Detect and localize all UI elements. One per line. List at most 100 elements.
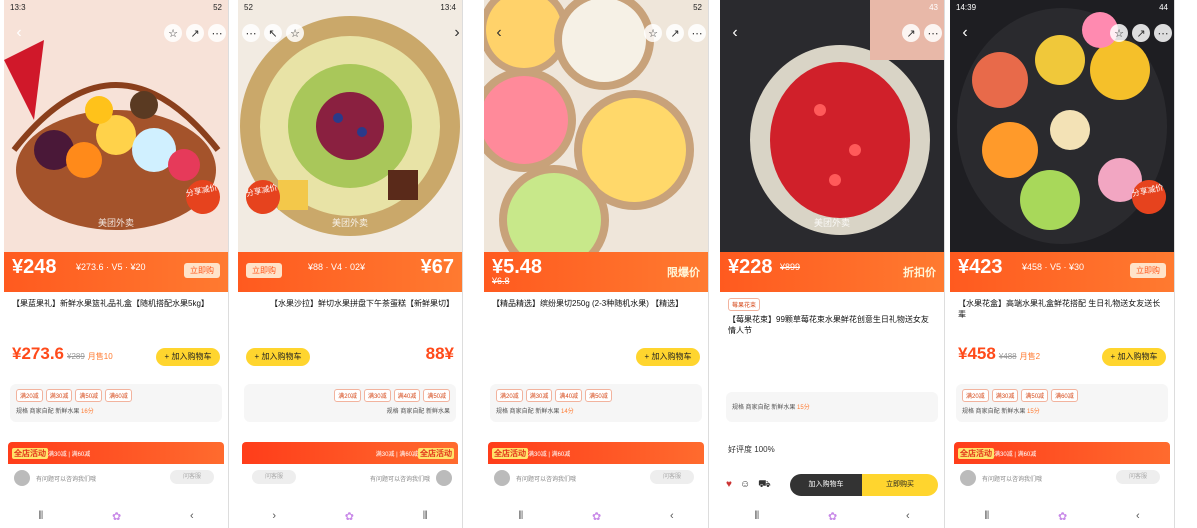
buy-tag[interactable]: 立即购 — [246, 263, 282, 278]
service-icon[interactable]: ☺ — [740, 479, 750, 492]
ask-service-button[interactable]: 问客服 — [650, 470, 694, 484]
coupon-chip[interactable]: 满30减 — [525, 389, 553, 402]
coupon-chip[interactable]: 满50减 — [1021, 389, 1049, 402]
add-to-cart-button[interactable]: + 加入购物车 — [1102, 348, 1166, 366]
ask-service-button[interactable]: 问客服 — [1116, 470, 1160, 484]
activity-text: 满30减 | 满60减 — [994, 452, 1037, 458]
home-nav-icon[interactable]: ✿ — [592, 510, 601, 523]
coupon-chip[interactable]: 满60减 — [105, 389, 132, 402]
menu-nav-icon[interactable]: ⦀ — [38, 510, 43, 523]
coupon-chip[interactable]: 满50减 — [75, 389, 103, 402]
more-icon[interactable]: ⋯ — [924, 24, 942, 42]
add-to-cart-button[interactable]: 加入购物车 — [790, 474, 862, 496]
product-info: 【水果花盒】高端水果礼盒鲜花搭配 生日礼物送女友送长辈 ¥458 ¥488 月售2 … — [950, 292, 1174, 528]
back-nav-icon[interactable]: ‹ — [906, 510, 910, 522]
menu-nav-icon[interactable]: ⦀ — [518, 510, 523, 523]
status-battery: 43 — [929, 3, 938, 12]
favorite-icon[interactable]: ☆ — [286, 24, 304, 42]
system-nav-bar: ⦀ ✿ ‹ — [484, 504, 708, 528]
coupon-chips: 满20减 满30减 满50减 满60减 — [16, 389, 132, 402]
add-to-cart-button[interactable]: + 加入购物车 — [246, 348, 310, 366]
deal-price: ¥228 — [728, 256, 773, 278]
back-nav-icon[interactable]: ‹ — [670, 510, 674, 522]
watermark: 美团外卖 — [331, 218, 369, 228]
coupon-chip[interactable]: 满60减 — [1051, 389, 1078, 402]
price-value: ¥273.6 — [12, 344, 64, 363]
coupon-chip[interactable]: 满50减 — [585, 389, 612, 402]
back-nav-icon[interactable]: ‹ — [1136, 510, 1140, 522]
favorite-icon[interactable]: ☆ — [164, 24, 182, 42]
more-icon[interactable]: ⋯ — [1154, 24, 1172, 42]
product-price: ¥273.6 ¥289 月售10 — [12, 344, 113, 364]
spec-note: 规格 商家自配 新鲜水果 — [962, 409, 1026, 415]
monthly-sales: 月售10 — [87, 352, 113, 361]
favorite-icon[interactable]: ☆ — [644, 24, 662, 42]
coupon-chip[interactable]: 满30减 — [363, 389, 391, 402]
spec-box[interactable]: 满20减 满30减 满50减 满60减 规格 商家自配 新鲜水果 15分 — [956, 384, 1168, 422]
product-panel-3: 52 ‹ ☆ ↗ ⋯ ¥5.48 ¥6.8 限爆价 【精品精选】缤纷果切250g… — [484, 0, 709, 528]
price-detail: ¥458 · V5 · ¥30 — [1022, 262, 1085, 272]
spec-box[interactable]: 规格 商家自配 新鲜水果 15分 — [726, 392, 938, 422]
back-nav-icon[interactable]: ‹ — [190, 510, 194, 522]
back-icon[interactable]: ‹ — [10, 24, 28, 42]
spec-box[interactable]: 满20减 满30减 满50减 满60减 规格 商家自配 新鲜水果 16分 — [10, 384, 222, 422]
back-icon[interactable]: ‹ — [490, 24, 508, 42]
home-nav-icon[interactable]: ✿ — [1058, 510, 1067, 523]
back-nav-icon[interactable]: › — [272, 510, 276, 522]
buy-tag[interactable]: 立即购 — [184, 263, 220, 278]
status-bar: 14:39 44 — [950, 0, 1174, 16]
deal-label: 折扣价 — [903, 267, 936, 279]
price-band: ¥423 ¥458 · V5 · ¥30 立即购 — [950, 252, 1174, 292]
menu-nav-icon[interactable]: ⦀ — [984, 510, 989, 523]
buy-now-button[interactable]: 立即购买 — [862, 474, 938, 496]
share-icon[interactable]: ↗ — [186, 24, 204, 42]
product-title: 【水果沙拉】鲜切水果拼盘下午茶蛋糕【新鲜果切】 — [270, 299, 454, 308]
home-nav-icon[interactable]: ✿ — [345, 510, 354, 523]
more-icon[interactable]: ⋯ — [208, 24, 226, 42]
store-activity-bar[interactable]: 满30减 | 满60减 全店活动 — [242, 442, 458, 464]
favorite-icon[interactable]: ♥ — [726, 479, 732, 492]
coupon-chip[interactable]: 满40减 — [393, 389, 421, 402]
menu-nav-icon[interactable]: ⦀ — [754, 510, 759, 523]
coupon-chips: 满20减 满30减 满40减 满50减 — [496, 389, 612, 402]
more-icon[interactable]: ⋯ — [688, 24, 706, 42]
spec-box[interactable]: 满20减 满30减 满40减 满50减 规格 商家自配 新鲜水果 14分 — [490, 384, 702, 422]
share-icon[interactable]: ↗ — [902, 24, 920, 42]
more-icon[interactable]: ⋯ — [242, 24, 260, 42]
store-activity-bar[interactable]: 全店活动 满30减 | 满60减 — [954, 442, 1170, 464]
coupon-chip[interactable]: 满20减 — [16, 389, 43, 402]
home-nav-icon[interactable]: ✿ — [828, 510, 837, 523]
service-text: 有问题可以咨询我们哦 — [369, 476, 430, 483]
share-icon[interactable]: ↗ — [1132, 24, 1150, 42]
coupon-chip[interactable]: 满40减 — [555, 389, 583, 402]
coupon-chip[interactable]: 满30减 — [45, 389, 73, 402]
back-icon[interactable]: ‹ — [956, 24, 974, 42]
add-to-cart-button[interactable]: + 加入购物车 — [636, 348, 700, 366]
coupon-chip[interactable]: 满20减 — [334, 389, 361, 402]
price-detail: ¥88 · V4 · 02¥ — [308, 262, 366, 272]
coupon-chip[interactable]: 满50减 — [423, 389, 450, 402]
coupon-chip[interactable]: 满20减 — [962, 389, 989, 402]
store-activity-bar[interactable]: 全店活动 满30减 | 满60减 — [8, 442, 224, 464]
coupon-chip[interactable]: 满30减 — [991, 389, 1019, 402]
share-icon[interactable]: ↖ — [264, 24, 282, 42]
service-text: 有问题可以咨询我们哦 — [982, 476, 1043, 483]
coupon-chip[interactable]: 满20减 — [496, 389, 523, 402]
back-icon[interactable]: › — [448, 24, 462, 42]
share-icon[interactable]: ↗ — [666, 24, 684, 42]
buy-tag[interactable]: 立即购 — [1130, 263, 1166, 278]
robot-avatar-icon — [14, 470, 30, 486]
menu-nav-icon[interactable]: ⦀ — [423, 510, 428, 523]
price-detail: ¥6.8 — [492, 276, 510, 286]
ask-service-button[interactable]: 问客服 — [170, 470, 214, 484]
cart-icon[interactable]: ⛟ — [758, 479, 771, 492]
back-icon[interactable]: ‹ — [726, 24, 744, 42]
status-bar: 52 13:4 — [238, 0, 462, 16]
coupon-chip[interactable]: 莓果花束 — [728, 298, 761, 311]
favorite-icon[interactable]: ☆ — [1110, 24, 1128, 42]
store-activity-bar[interactable]: 全店活动 满30减 | 满60减 — [488, 442, 704, 464]
ask-service-button[interactable]: 问客服 — [252, 470, 296, 484]
spec-box[interactable]: 满20减 满30减 满40减 满50减 规格 商家自配 新鲜水果 — [244, 384, 456, 422]
home-nav-icon[interactable]: ✿ — [112, 510, 121, 523]
add-to-cart-button[interactable]: + 加入购物车 — [156, 348, 220, 366]
